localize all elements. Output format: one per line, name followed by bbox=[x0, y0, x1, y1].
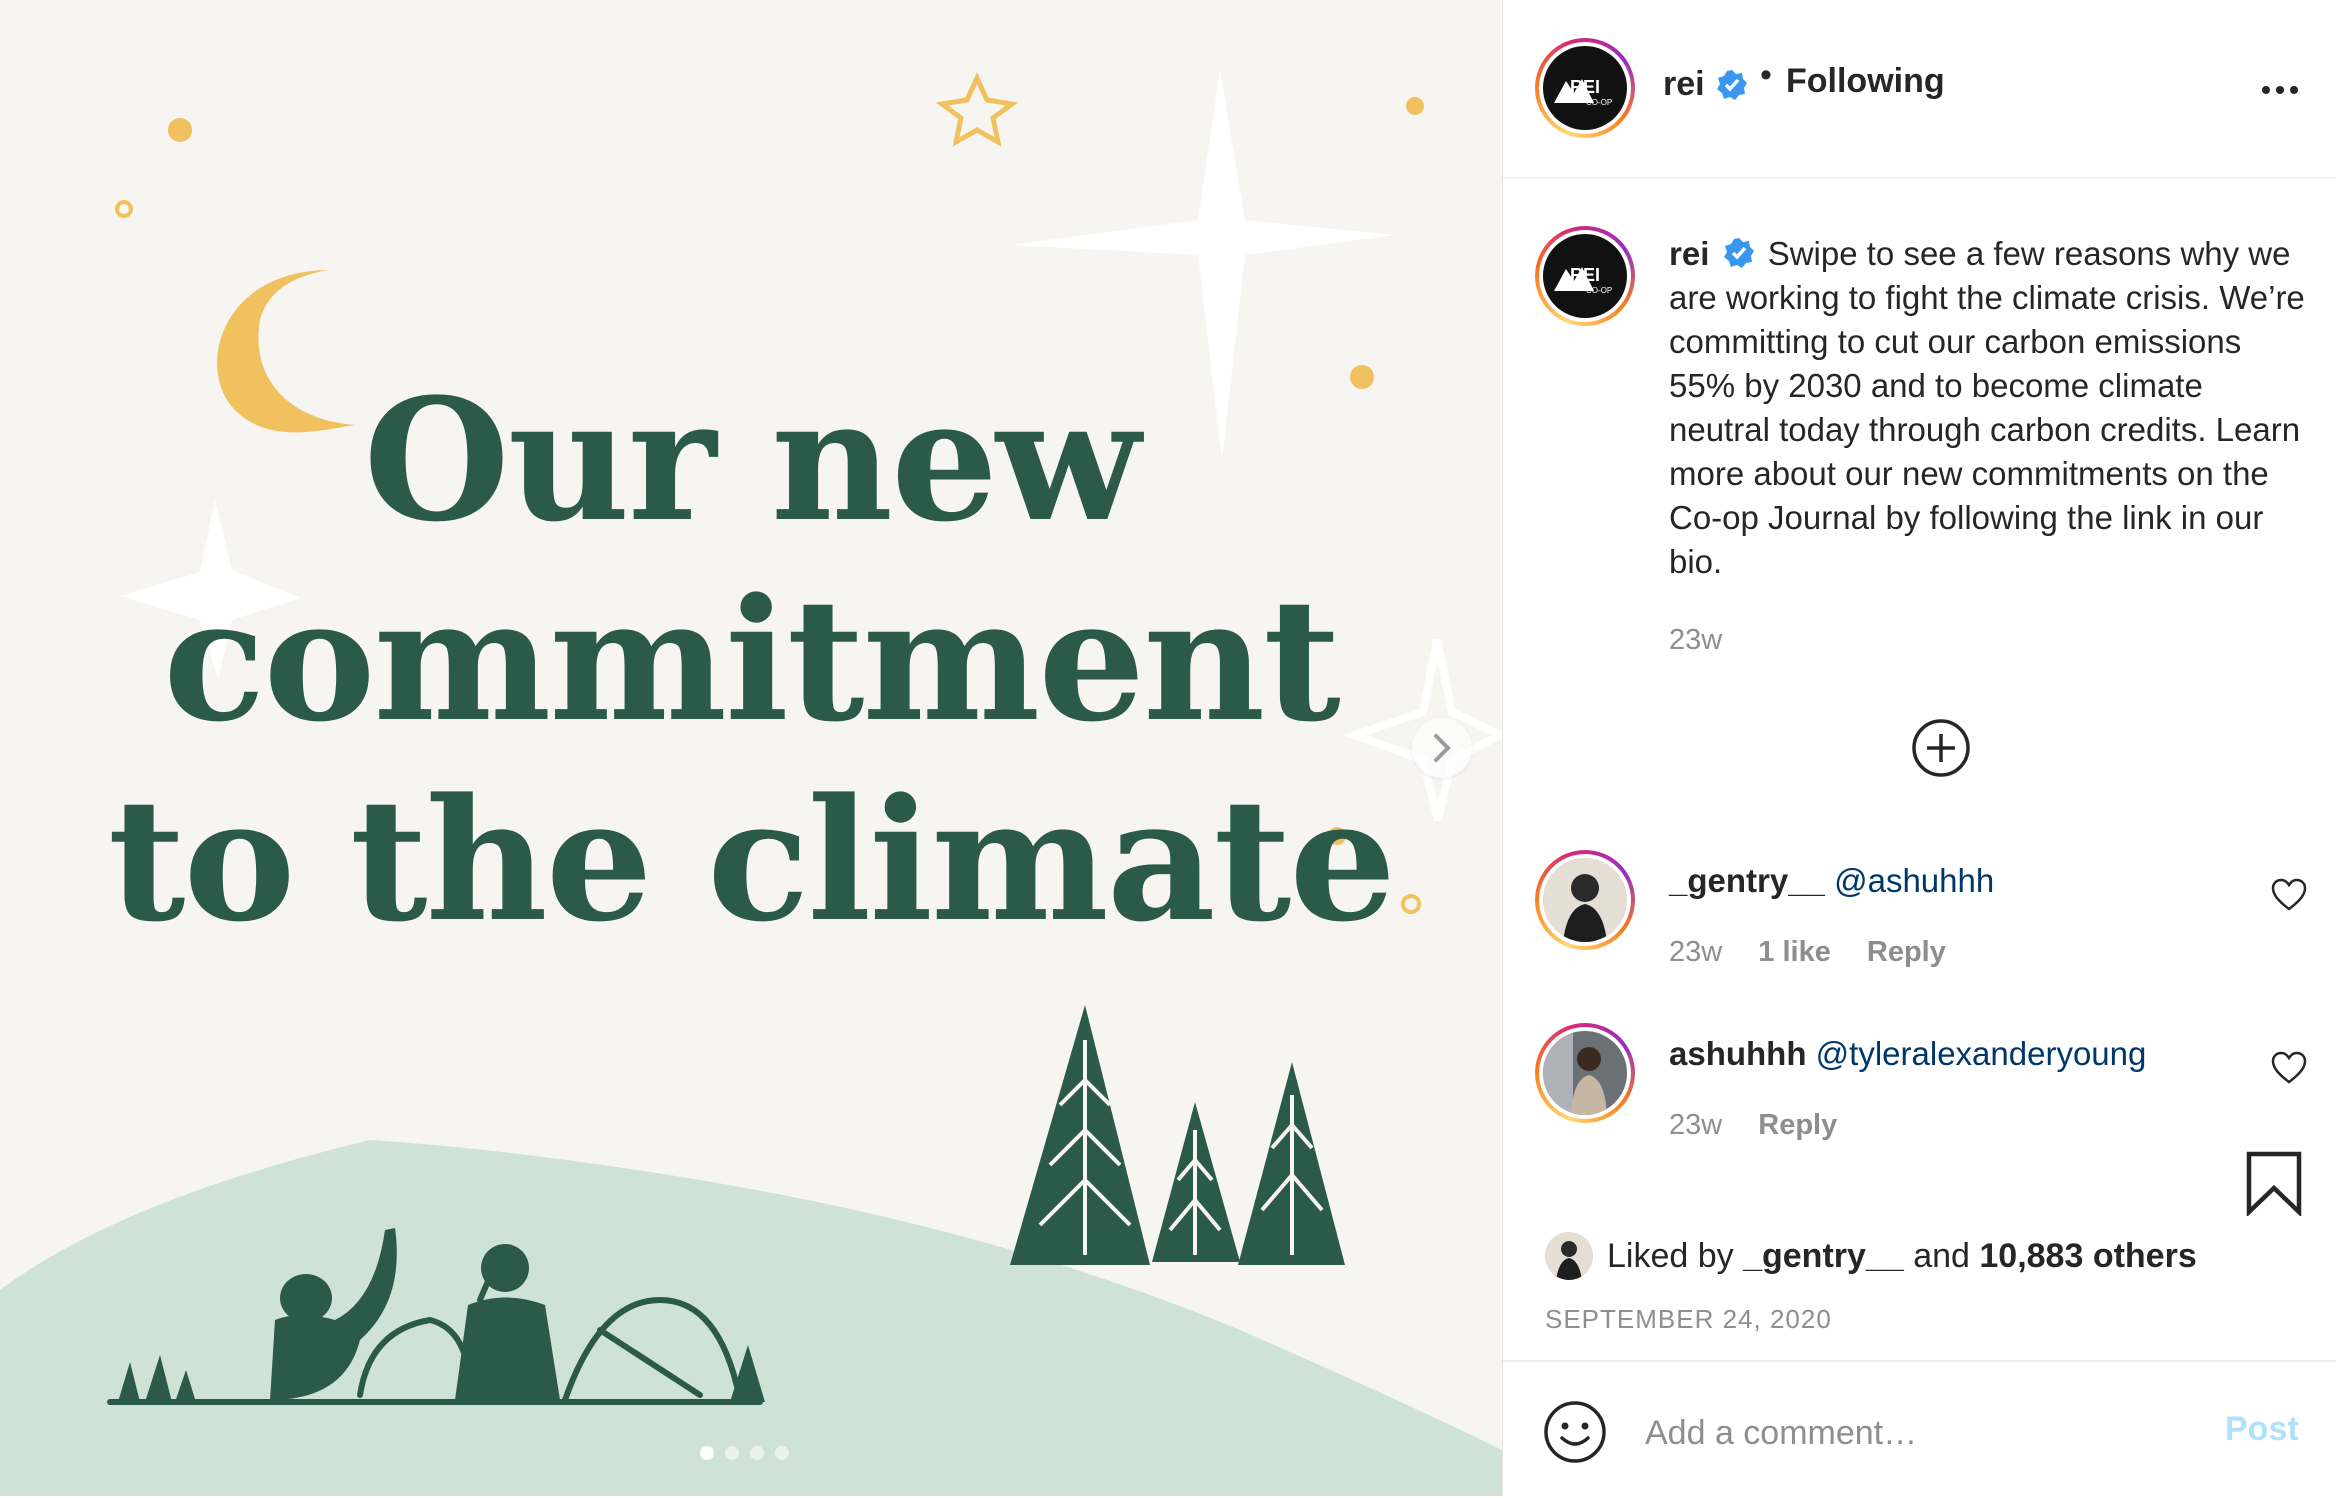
chevron-right-icon bbox=[1434, 734, 1451, 762]
likes-connector: and bbox=[1913, 1236, 1970, 1275]
instagram-post-view: Our new commitment to the climate REI CO… bbox=[0, 0, 2336, 1496]
reply-button[interactable]: Reply bbox=[1867, 936, 1946, 968]
following-button[interactable]: Following bbox=[1786, 62, 1945, 101]
more-horizontal-icon[interactable] bbox=[2256, 70, 2304, 110]
separator-dot: • bbox=[1760, 56, 1772, 94]
liker-avatar[interactable] bbox=[1545, 1232, 1593, 1280]
commenter-avatar[interactable] bbox=[1535, 850, 1635, 950]
emoji-icon[interactable] bbox=[1543, 1400, 1607, 1464]
rei-logo-icon: REI CO-OP bbox=[1554, 77, 1612, 107]
verified-badge-icon bbox=[1717, 70, 1747, 100]
post-button[interactable]: Post bbox=[2225, 1410, 2299, 1449]
comment-timestamp[interactable]: 23w bbox=[1669, 936, 1722, 968]
comment-likes[interactable]: 1 like bbox=[1758, 936, 1831, 968]
commenter-avatar[interactable] bbox=[1535, 1023, 1635, 1123]
likes-others[interactable]: 10,883 others bbox=[1979, 1237, 2196, 1275]
carousel-dot[interactable] bbox=[700, 1446, 714, 1460]
likes-text: Liked by _gentry__ and 10,883 others bbox=[1607, 1237, 2197, 1276]
caption-avatar[interactable]: REI CO-OP bbox=[1535, 226, 1635, 326]
carousel-dot[interactable] bbox=[725, 1446, 739, 1460]
headline-line: to the climate bbox=[107, 761, 1396, 959]
user-photo-icon bbox=[1543, 858, 1627, 942]
carousel-dot[interactable] bbox=[775, 1446, 789, 1460]
user-photo-icon bbox=[1543, 1031, 1627, 1115]
caption-text: rei Swipe to see a few reasons why we ar… bbox=[1669, 232, 2309, 584]
comment-mention[interactable]: @ashuhhh bbox=[1834, 862, 1994, 899]
like-heart-icon[interactable] bbox=[2271, 878, 2307, 912]
add-comment-bar: Post bbox=[1503, 1360, 2336, 1498]
logo-subtext: CO-OP bbox=[1586, 286, 1612, 295]
likes-user[interactable]: _gentry__ bbox=[1743, 1237, 1904, 1275]
comment-text: _gentry__ @ashuhhh bbox=[1669, 862, 1994, 900]
comment-text: ashuhhh @tyleralexanderyoung bbox=[1669, 1035, 2146, 1073]
comment-meta: 23w 1 like Reply bbox=[1669, 936, 1974, 969]
caption-username[interactable]: rei bbox=[1669, 235, 1709, 272]
headline-line: Our new bbox=[363, 361, 1140, 559]
post-media[interactable]: Our new commitment to the climate bbox=[0, 0, 1503, 1496]
verified-badge-icon bbox=[1723, 238, 1754, 269]
rei-logo-icon: REI CO-OP bbox=[1554, 265, 1612, 295]
plus-circle-icon[interactable] bbox=[1911, 718, 1971, 778]
logo-subtext: CO-OP bbox=[1586, 98, 1612, 107]
comment-input[interactable] bbox=[1643, 1402, 2167, 1464]
likes-summary: Liked by _gentry__ and 10,883 others bbox=[1545, 1232, 2197, 1280]
comment-username[interactable]: ashuhhh bbox=[1669, 1035, 1807, 1072]
carousel-next-button[interactable] bbox=[1412, 718, 1472, 778]
logo-text: REI bbox=[1570, 77, 1600, 97]
comment-mention[interactable]: @tyleralexanderyoung bbox=[1816, 1035, 2147, 1072]
caption-timestamp[interactable]: 23w bbox=[1669, 624, 1722, 657]
user-photo-icon bbox=[1545, 1232, 1593, 1280]
post-date[interactable]: SEPTEMBER 24, 2020 bbox=[1545, 1304, 1832, 1335]
caption-body: Swipe to see a few reasons why we are wo… bbox=[1669, 235, 2305, 580]
author-avatar[interactable]: REI CO-OP bbox=[1535, 38, 1635, 138]
like-heart-icon[interactable] bbox=[2271, 1051, 2307, 1085]
carousel-indicator bbox=[700, 1446, 789, 1460]
comment-meta: 23w Reply bbox=[1669, 1109, 1865, 1142]
author-username[interactable]: rei bbox=[1663, 65, 1705, 104]
post-header: REI CO-OP rei • Following bbox=[1503, 0, 2336, 179]
comment-username[interactable]: _gentry__ bbox=[1669, 862, 1825, 899]
headline-line: commitment bbox=[163, 561, 1341, 759]
reply-button[interactable]: Reply bbox=[1758, 1109, 1837, 1141]
logo-text: REI bbox=[1570, 265, 1600, 285]
headline: Our new commitment to the climate bbox=[0, 360, 1502, 960]
likes-prefix: Liked by bbox=[1607, 1236, 1734, 1275]
bookmark-icon[interactable] bbox=[2244, 1150, 2304, 1216]
comment-timestamp[interactable]: 23w bbox=[1669, 1109, 1722, 1141]
carousel-dot[interactable] bbox=[750, 1446, 764, 1460]
